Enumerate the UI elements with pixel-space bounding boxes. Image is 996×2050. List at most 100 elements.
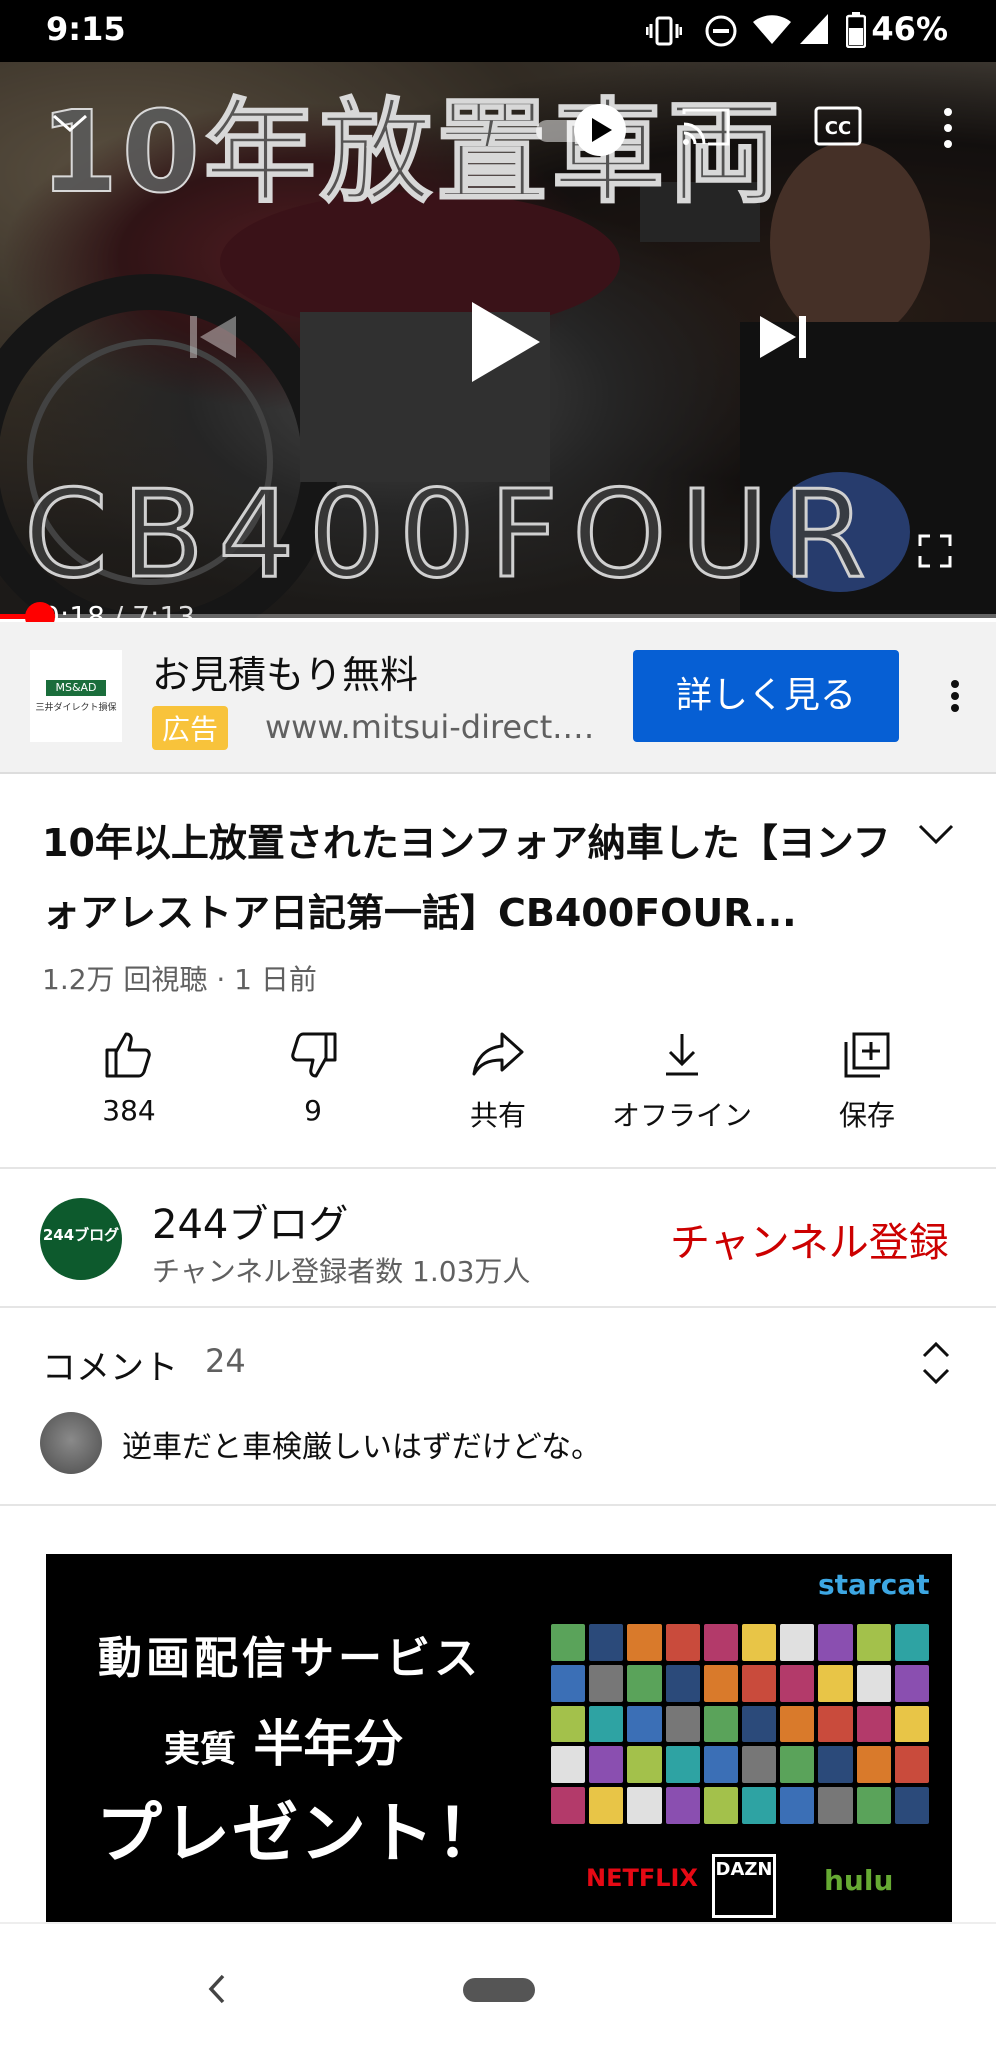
like-count: 384 — [102, 1094, 156, 1127]
unfold-icon[interactable] — [918, 1338, 954, 1388]
thumbnail-tile — [742, 1664, 777, 1702]
dislike-button[interactable]: 9 — [221, 1030, 405, 1140]
thumbnail-tile — [818, 1705, 853, 1743]
thumbnail-tile — [703, 1787, 738, 1824]
minimize-chevron-icon[interactable] — [50, 108, 90, 142]
comments-count: 24 — [205, 1342, 246, 1380]
thumbnail-tile — [627, 1787, 662, 1824]
video-meta: 1.2万 回視聴 · 1 日前 — [42, 963, 317, 996]
thumbnail-tile — [551, 1664, 586, 1702]
ad-more-vert-icon[interactable] — [940, 666, 970, 726]
banner-ad[interactable]: starcat 動画配信サービス 実質 半年分 プレゼント！ NETFLIX D… — [46, 1554, 952, 1922]
thumbnail-grid — [551, 1624, 929, 1824]
thumbnail-tile — [780, 1705, 815, 1743]
home-pill[interactable] — [463, 1978, 535, 2002]
thumbnail-tile — [665, 1787, 700, 1824]
ad-logo: MS&AD 三井ダイレクト損保 — [30, 650, 122, 742]
thumbnail-tile — [703, 1624, 738, 1661]
video-overlay-model: CB400FOUR — [23, 465, 880, 607]
status-time: 9:15 — [46, 10, 126, 48]
commenter-avatar[interactable] — [40, 1412, 102, 1474]
save-label: 保存 — [838, 1099, 895, 1132]
ad-title: お見積もり無料 — [152, 653, 419, 697]
thumbnail-tile — [551, 1705, 586, 1743]
thumbnail-tile — [589, 1664, 624, 1702]
battery-icon — [845, 12, 867, 52]
thumbnail-tile — [703, 1705, 738, 1743]
thumbnail-tile — [589, 1746, 624, 1784]
thumbnail-tile — [703, 1746, 738, 1784]
next-icon[interactable] — [756, 310, 810, 368]
thumbnail-tile — [780, 1664, 815, 1702]
divider — [0, 1306, 996, 1308]
autoplay-toggle[interactable] — [534, 102, 630, 162]
thumbnail-tile — [627, 1746, 662, 1784]
channel-avatar[interactable]: 244ブログ — [40, 1198, 122, 1280]
banner-line-1: 動画配信サービス — [98, 1633, 482, 1684]
play-icon[interactable] — [468, 298, 544, 390]
thumbnail-tile — [703, 1664, 738, 1702]
ad-logo-subtext: 三井ダイレクト損保 — [35, 703, 117, 713]
signal-icon — [798, 12, 830, 50]
thumbnail-tile — [589, 1787, 624, 1824]
video-player[interactable]: 10年放置車両 CB400FOUR CC 0:18 / 7:13 — [0, 62, 996, 618]
thumbnail-tile — [665, 1624, 700, 1661]
svg-text:CC: CC — [825, 118, 851, 139]
cast-icon[interactable] — [680, 106, 732, 152]
system-nav-bar — [0, 1922, 996, 2050]
thumbnail-tile — [856, 1746, 891, 1784]
save-playlist-icon — [775, 1030, 959, 1084]
save-button[interactable]: 保存 — [775, 1030, 959, 1140]
banner-line-2-main: 半年分 — [253, 1715, 404, 1773]
channel-avatar-text: 244ブログ — [42, 1226, 120, 1244]
vibrate-icon — [645, 14, 683, 52]
thumbnail-tile — [742, 1705, 777, 1743]
previous-icon[interactable] — [186, 310, 240, 368]
back-chevron-icon[interactable] — [205, 1972, 229, 2010]
expand-description-icon[interactable] — [912, 810, 960, 858]
thumb-down-icon — [221, 1030, 405, 1084]
video-title[interactable]: 10年以上放置されたヨンフォア納車した【ヨンフォアレストア日記第一話】CB400… — [42, 808, 902, 948]
thumbnail-tile — [894, 1624, 929, 1661]
share-button[interactable]: 共有 — [406, 1030, 590, 1140]
ad-row[interactable]: MS&AD 三井ダイレクト損保 お見積もり無料 広告 www.mitsui-di… — [0, 622, 996, 774]
thumbnail-tile — [894, 1746, 929, 1784]
banner-line-2: 実質 半年分 — [164, 1704, 403, 1776]
subscriber-count: チャンネル登録者数 1.03万人 — [152, 1255, 531, 1288]
netflix-logo: NETFLIX — [586, 1864, 698, 1892]
dislike-count: 9 — [304, 1094, 322, 1127]
thumbnail-tile — [742, 1624, 777, 1661]
download-button[interactable]: オフライン — [590, 1030, 774, 1140]
share-icon — [406, 1030, 590, 1084]
hulu-logo: hulu — [824, 1864, 894, 1897]
banner-line-3: プレゼント！ — [96, 1795, 504, 1872]
thumb-up-icon — [37, 1030, 221, 1084]
thumbnail-tile — [551, 1624, 586, 1661]
thumbnail-tile — [856, 1624, 891, 1661]
banner-line-2-prefix: 実質 — [164, 1729, 237, 1770]
wifi-icon — [752, 14, 792, 50]
status-bar: 9:15 46% — [0, 0, 996, 62]
subscribe-button[interactable]: チャンネル登録 — [670, 1210, 949, 1268]
channel-name[interactable]: 244ブログ — [152, 1192, 348, 1250]
ad-url: www.mitsui-direct.c... — [265, 708, 605, 746]
comments-label[interactable]: コメント — [42, 1340, 178, 1389]
dnd-icon — [704, 14, 738, 52]
more-vert-icon[interactable] — [942, 106, 954, 154]
progress-track[interactable] — [0, 614, 996, 619]
thumbnail-tile — [627, 1664, 662, 1702]
thumbnail-tile — [742, 1746, 777, 1784]
ad-learn-more-button[interactable]: 詳しく見る — [633, 650, 899, 742]
thumbnail-tile — [818, 1787, 853, 1824]
thumbnail-tile — [856, 1664, 891, 1702]
like-button[interactable]: 384 — [37, 1030, 221, 1140]
thumbnail-tile — [589, 1705, 624, 1743]
dazn-logo: DAZN — [712, 1854, 776, 1918]
fullscreen-icon[interactable] — [918, 534, 952, 572]
thumbnail-tile — [627, 1705, 662, 1743]
divider — [0, 1504, 996, 1506]
starcat-logo: starcat — [818, 1568, 930, 1601]
captions-icon[interactable]: CC — [814, 106, 862, 150]
thumbnail-tile — [856, 1705, 891, 1743]
top-comment[interactable]: 逆車だと車検厳しいはずだけどな。 — [122, 1422, 601, 1466]
